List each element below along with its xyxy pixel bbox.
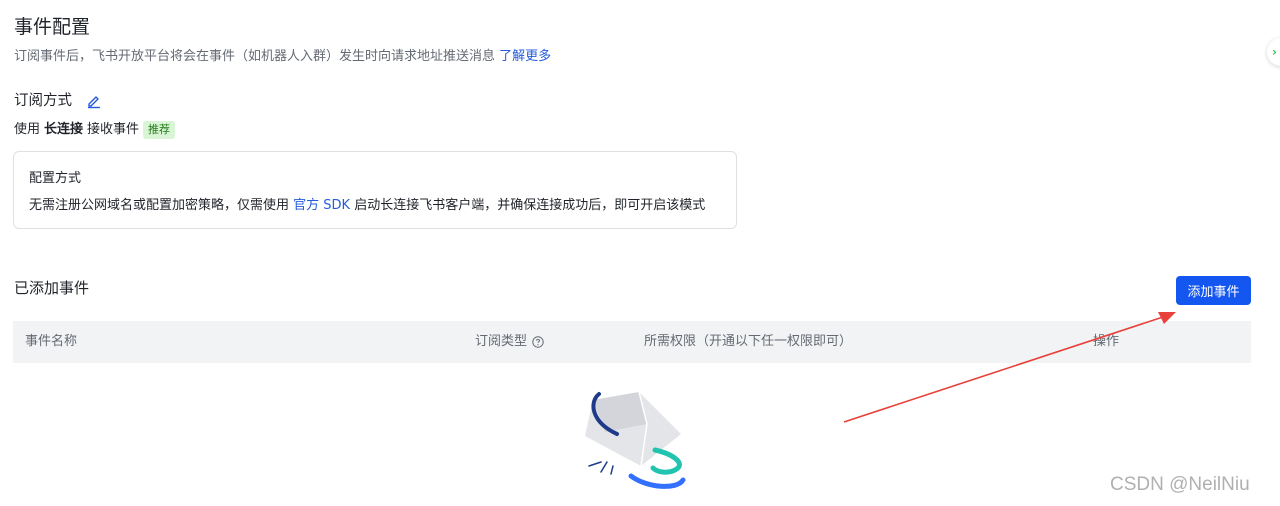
recommend-badge: 推荐 <box>143 121 176 139</box>
config-card-title: 配置方式 <box>29 171 82 186</box>
method-name: 长连接 <box>44 122 84 137</box>
empty-box-illustration <box>577 388 689 496</box>
column-subscription-type-label: 订阅类型 <box>475 334 528 349</box>
edit-pencil-icon[interactable] <box>86 93 102 109</box>
use-prefix: 使用 <box>14 122 41 137</box>
page-description-text: 订阅事件后，飞书开放平台将会在事件（如机器人入群）发生时向请求地址推送消息 <box>14 49 496 64</box>
page-description: 订阅事件后，飞书开放平台将会在事件（如机器人入群）发生时向请求地址推送消息 了解… <box>14 47 551 67</box>
config-desc-prefix: 无需注册公网域名或配置加密策略，仅需使用 <box>29 198 290 213</box>
annotation-arrow <box>843 312 1176 423</box>
chevron-icon: › <box>1272 45 1277 59</box>
official-sdk-link[interactable]: 官方 SDK <box>293 198 350 213</box>
column-event-name: 事件名称 <box>25 334 78 349</box>
config-card-description: 无需注册公网域名或配置加密策略，仅需使用 官方 SDK 启动长连接飞书客户端，并… <box>29 196 705 216</box>
config-desc-suffix: 启动长连接飞书客户端，并确保连接成功后，即可开启该模式 <box>354 198 706 213</box>
learn-more-link[interactable]: 了解更多 <box>499 49 551 64</box>
subscription-section-title: 订阅方式 <box>14 91 102 111</box>
question-circle-icon[interactable] <box>532 336 544 348</box>
use-suffix: 接收事件 <box>87 122 140 137</box>
column-required-permissions: 所需权限（开通以下任一权限即可） <box>644 334 853 349</box>
added-events-title: 已添加事件 <box>14 279 90 297</box>
subscription-method: 使用 长连接 接收事件 推荐 <box>14 120 176 140</box>
watermark: CSDN @NeilNiu <box>1110 474 1250 495</box>
side-panel-toggle[interactable]: › <box>1267 38 1280 66</box>
page-title: 事件配置 <box>14 16 91 38</box>
config-card: 配置方式 无需注册公网域名或配置加密策略，仅需使用 官方 SDK 启动长连接飞书… <box>13 151 737 229</box>
subscription-title: 订阅方式 <box>14 93 72 109</box>
column-subscription-type: 订阅类型 <box>475 321 544 363</box>
